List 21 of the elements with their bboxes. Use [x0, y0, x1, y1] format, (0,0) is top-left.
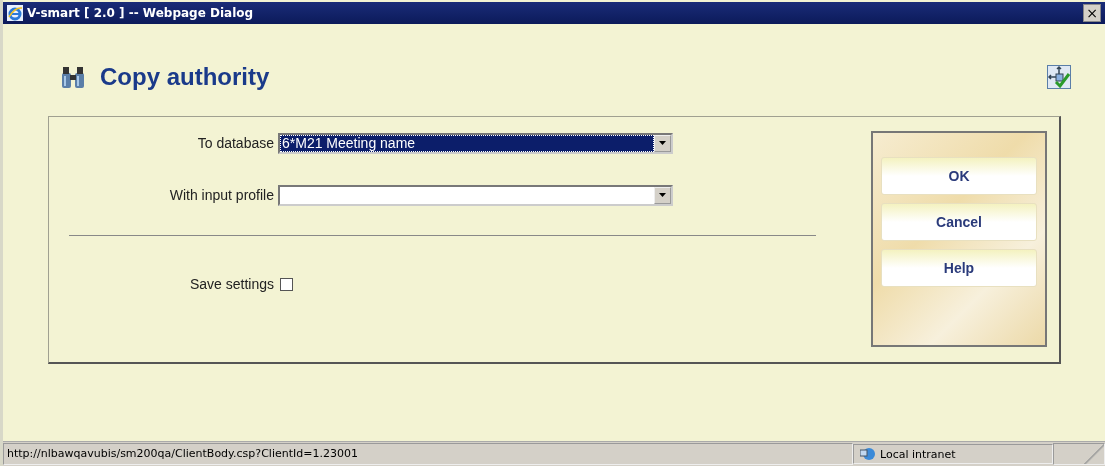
window-title: V-smart [ 2.0 ] -- Webpage Dialog	[27, 6, 255, 20]
zone-label: Local intranet	[880, 447, 956, 461]
binoculars-icon	[60, 65, 86, 89]
dropdown-arrow-icon[interactable]	[659, 141, 666, 145]
move-check-icon[interactable]	[1047, 65, 1071, 89]
field-label: To database	[196, 135, 275, 151]
close-button[interactable]: ×	[1083, 4, 1101, 22]
dialog-button[interactable]: Cancel	[881, 203, 1037, 241]
dialog-button[interactable]: Help	[881, 249, 1037, 287]
resize-grip[interactable]	[1053, 443, 1105, 465]
dropdown-field[interactable]: 6*M21 Meeting name	[278, 132, 673, 154]
dialog-button[interactable]: OK	[881, 157, 1037, 195]
network-icon	[860, 447, 876, 461]
field-label: With input profile	[168, 187, 275, 203]
status-url: http://nlbawqavubis/sm200qa/ClientBody.csp?ClientId=1.23001	[3, 443, 853, 465]
checkbox[interactable]	[280, 277, 293, 291]
dialog-heading: Copy authority	[100, 63, 270, 91]
dropdown-arrow-icon[interactable]	[659, 193, 666, 197]
dropdown-field[interactable]	[278, 184, 673, 206]
field-label: Save settings	[188, 276, 275, 292]
browser-icon	[7, 5, 23, 21]
